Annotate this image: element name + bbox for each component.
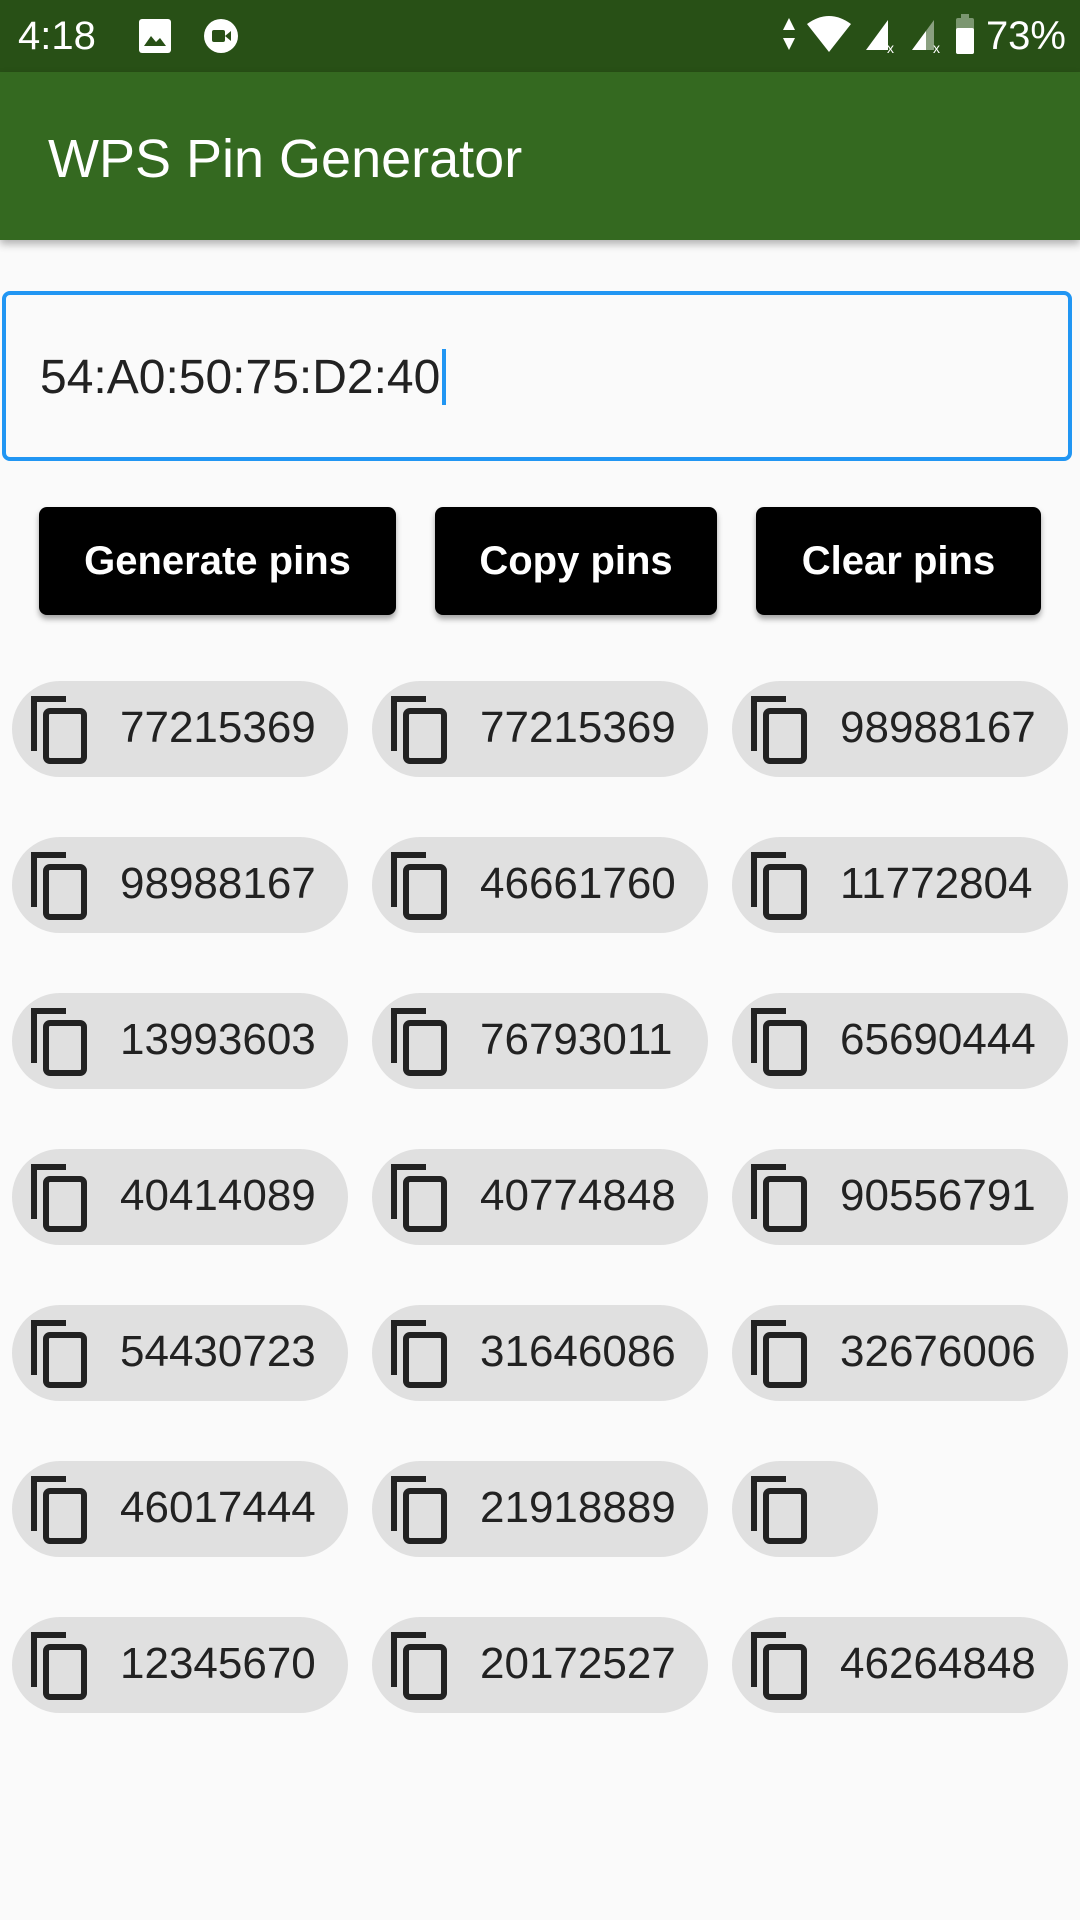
copy-icon [390,695,450,765]
pin-value: 76793011 [480,1015,673,1064]
pin-chip[interactable]: 46661760 [372,837,708,933]
copy-icon [30,1163,90,1233]
wifi-icon [806,14,852,59]
pin-chip[interactable]: 20172527 [372,1617,708,1713]
pin-value: 77215369 [480,703,676,752]
pin-value: 40414089 [120,1171,316,1220]
copy-icon [30,695,90,765]
copy-icon [390,1007,450,1077]
pin-value: 65690444 [840,1015,1036,1064]
pin-value: 21918889 [480,1483,676,1532]
pin-chip[interactable]: 40414089 [12,1149,348,1245]
pin-value: 12345670 [120,1639,316,1688]
copy-icon [750,1475,810,1545]
copy-icon [30,851,90,921]
pin-chip[interactable]: 98988167 [732,681,1068,777]
mac-address-input[interactable]: 54:A0:50:75:D2:40 [2,291,1072,461]
svg-text:x: x [887,40,894,54]
signal-no-sim-icon: x [862,14,898,59]
pin-value: 46264848 [840,1639,1036,1688]
pin-value: 32676006 [840,1327,1036,1376]
copy-icon [30,1319,90,1389]
copy-icon [750,695,810,765]
pin-chip[interactable]: 54430723 [12,1305,348,1401]
pin-chip[interactable]: 12345670 [12,1617,348,1713]
copy-icon [390,1475,450,1545]
pin-chip[interactable]: 77215369 [12,681,348,777]
pin-value: 31646086 [480,1327,676,1376]
pin-chip[interactable]: 65690444 [732,993,1068,1089]
copy-icon [750,1007,810,1077]
copy-icon [390,1163,450,1233]
copy-pins-button[interactable]: Copy pins [435,507,717,615]
copy-icon [30,1475,90,1545]
copy-icon [750,1319,810,1389]
video-call-icon [203,18,239,59]
status-time: 4:18 [18,14,96,58]
pin-value: 11772804 [840,859,1033,908]
pin-chip[interactable]: 90556791 [732,1149,1068,1245]
mac-address-value: 54:A0:50:75:D2:40 [40,350,441,404]
pin-chip[interactable]: 46264848 [732,1617,1068,1713]
pin-chip[interactable]: 32676006 [732,1305,1068,1401]
generate-pins-button[interactable]: Generate pins [39,507,396,615]
pin-value: 20172527 [480,1639,676,1688]
data-arrows-icon [782,14,796,59]
pin-value: 46017444 [120,1483,316,1532]
status-bar: 4:18 x x 73% [0,0,1080,72]
signal-no-sim-icon: x [908,14,944,59]
pin-value: 54430723 [120,1327,316,1376]
copy-icon [30,1007,90,1077]
pin-chip[interactable]: 21918889 [372,1461,708,1557]
clear-pins-button[interactable]: Clear pins [756,507,1041,615]
copy-icon [390,851,450,921]
copy-icon [30,1631,90,1701]
pin-chip[interactable]: 77215369 [372,681,708,777]
battery-percent: 73% [985,14,1066,58]
text-cursor [442,349,447,405]
pin-chip[interactable]: 11772804 [732,837,1068,933]
pin-value: 40774848 [480,1171,676,1220]
copy-icon [390,1631,450,1701]
battery-icon [954,12,976,61]
copy-icon [750,851,810,921]
app-bar: WPS Pin Generator [0,72,1080,240]
pin-value: 13993603 [120,1015,316,1064]
status-icons-right: x x 73% [782,12,1066,61]
pin-value: 46661760 [480,859,676,908]
pin-chip[interactable]: 76793011 [372,993,708,1089]
pin-value: 98988167 [120,859,316,908]
pin-chip[interactable]: 98988167 [12,837,348,933]
pin-value: 98988167 [840,703,1036,752]
image-icon [138,18,172,59]
app-title: WPS Pin Generator [48,129,523,189]
pin-value: 90556791 [840,1171,1036,1220]
pin-chip[interactable]: 31646086 [372,1305,708,1401]
pin-chip[interactable]: 13993603 [12,993,348,1089]
pin-chip[interactable]: 40774848 [372,1149,708,1245]
copy-icon [390,1319,450,1389]
pin-value: 77215369 [120,703,316,752]
pin-chip[interactable]: 46017444 [12,1461,348,1557]
pin-chip[interactable] [732,1461,878,1557]
copy-icon [750,1631,810,1701]
svg-text:x: x [933,40,940,54]
copy-icon [750,1163,810,1233]
